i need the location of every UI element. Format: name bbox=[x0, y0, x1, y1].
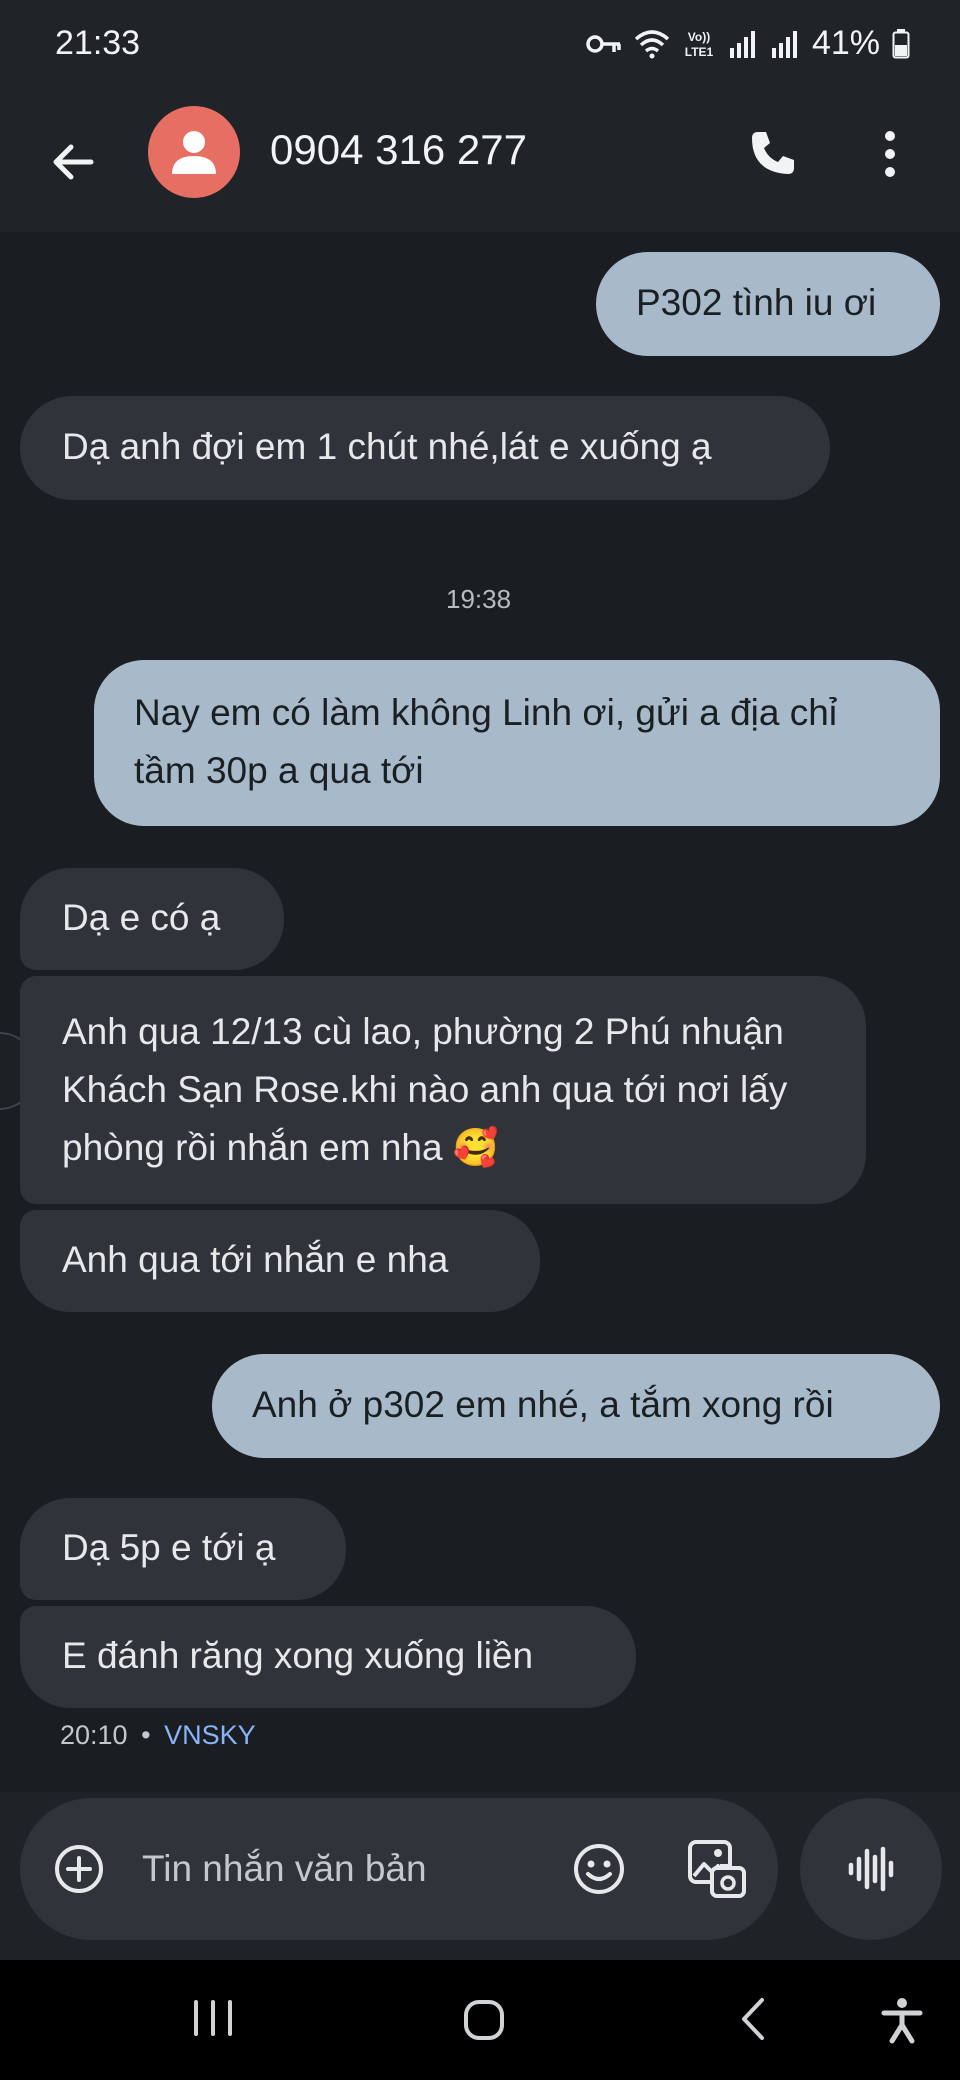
message-incoming[interactable]: Dạ anh đợi em 1 chút nhé,lát e xuống ạ bbox=[20, 396, 830, 500]
status-time: 21:33 bbox=[55, 24, 141, 62]
person-icon bbox=[172, 131, 216, 174]
signal-1-icon bbox=[729, 30, 755, 58]
nav-back-icon[interactable] bbox=[736, 1996, 770, 2042]
message-outgoing[interactable]: P302 tình iu ơi bbox=[596, 252, 940, 356]
compose-bar bbox=[20, 1798, 778, 1940]
message-incoming[interactable]: E đánh răng xong xuống liền bbox=[20, 1606, 636, 1708]
message-outgoing[interactable]: Anh ở p302 em nhé, a tắm xong rồi bbox=[212, 1354, 940, 1458]
message-time: 20:10 bbox=[60, 1720, 128, 1750]
add-circle-icon[interactable] bbox=[54, 1844, 104, 1894]
message-incoming[interactable]: Dạ 5p e tới ạ bbox=[20, 1498, 346, 1600]
message-incoming[interactable]: Dạ e có ạ bbox=[20, 868, 284, 970]
message-input[interactable] bbox=[140, 1838, 564, 1900]
emoji-icon[interactable] bbox=[572, 1842, 626, 1896]
vpn-key-icon bbox=[586, 34, 621, 53]
volte-icon: Vo)) LTE1 bbox=[685, 30, 714, 59]
message-outgoing[interactable]: Nay em có làm không Linh ơi, gửi a địa c… bbox=[94, 660, 940, 826]
battery-percent: 41% bbox=[811, 24, 880, 62]
signal-2-icon bbox=[771, 30, 797, 58]
message-incoming[interactable]: Anh qua tới nhắn e nha bbox=[20, 1210, 540, 1312]
phone-icon[interactable] bbox=[744, 126, 800, 182]
timestamp: 19:38 bbox=[446, 584, 512, 614]
accessibility-icon[interactable] bbox=[878, 1996, 926, 2044]
more-vert-icon[interactable] bbox=[868, 126, 912, 182]
status-icons: Vo)) LTE1 41% bbox=[586, 24, 910, 63]
gallery-icon[interactable] bbox=[686, 1838, 748, 1900]
contact-name[interactable]: 0904 316 277 bbox=[270, 126, 527, 174]
message-meta: 20:10 • VNSKY bbox=[60, 1720, 256, 1751]
back-arrow-icon[interactable] bbox=[45, 134, 101, 190]
battery-icon bbox=[892, 28, 910, 58]
svg-text:Vo)): Vo)) bbox=[688, 30, 710, 44]
home-icon[interactable] bbox=[462, 1998, 506, 2042]
recents-icon[interactable] bbox=[190, 1998, 236, 2038]
message-incoming[interactable]: Anh qua 12/13 cù lao, phường 2 Phú nhuận… bbox=[20, 976, 866, 1204]
voice-waveform-icon bbox=[848, 1846, 894, 1892]
avatar[interactable] bbox=[148, 106, 240, 198]
message-list[interactable]: P302 tình iu ơi Dạ anh đợi em 1 chút nhé… bbox=[0, 232, 960, 1792]
wifi-icon bbox=[634, 29, 670, 58]
system-nav-bar bbox=[0, 1960, 960, 2080]
voice-message-button[interactable] bbox=[800, 1798, 942, 1940]
carrier-link[interactable]: VNSKY bbox=[164, 1720, 256, 1750]
svg-text:LTE1: LTE1 bbox=[685, 45, 714, 59]
conversation-header: 0904 316 277 bbox=[0, 96, 960, 232]
meta-separator: • bbox=[141, 1720, 151, 1750]
status-bar: 21:33 Vo)) LTE1 41% bbox=[0, 0, 960, 96]
